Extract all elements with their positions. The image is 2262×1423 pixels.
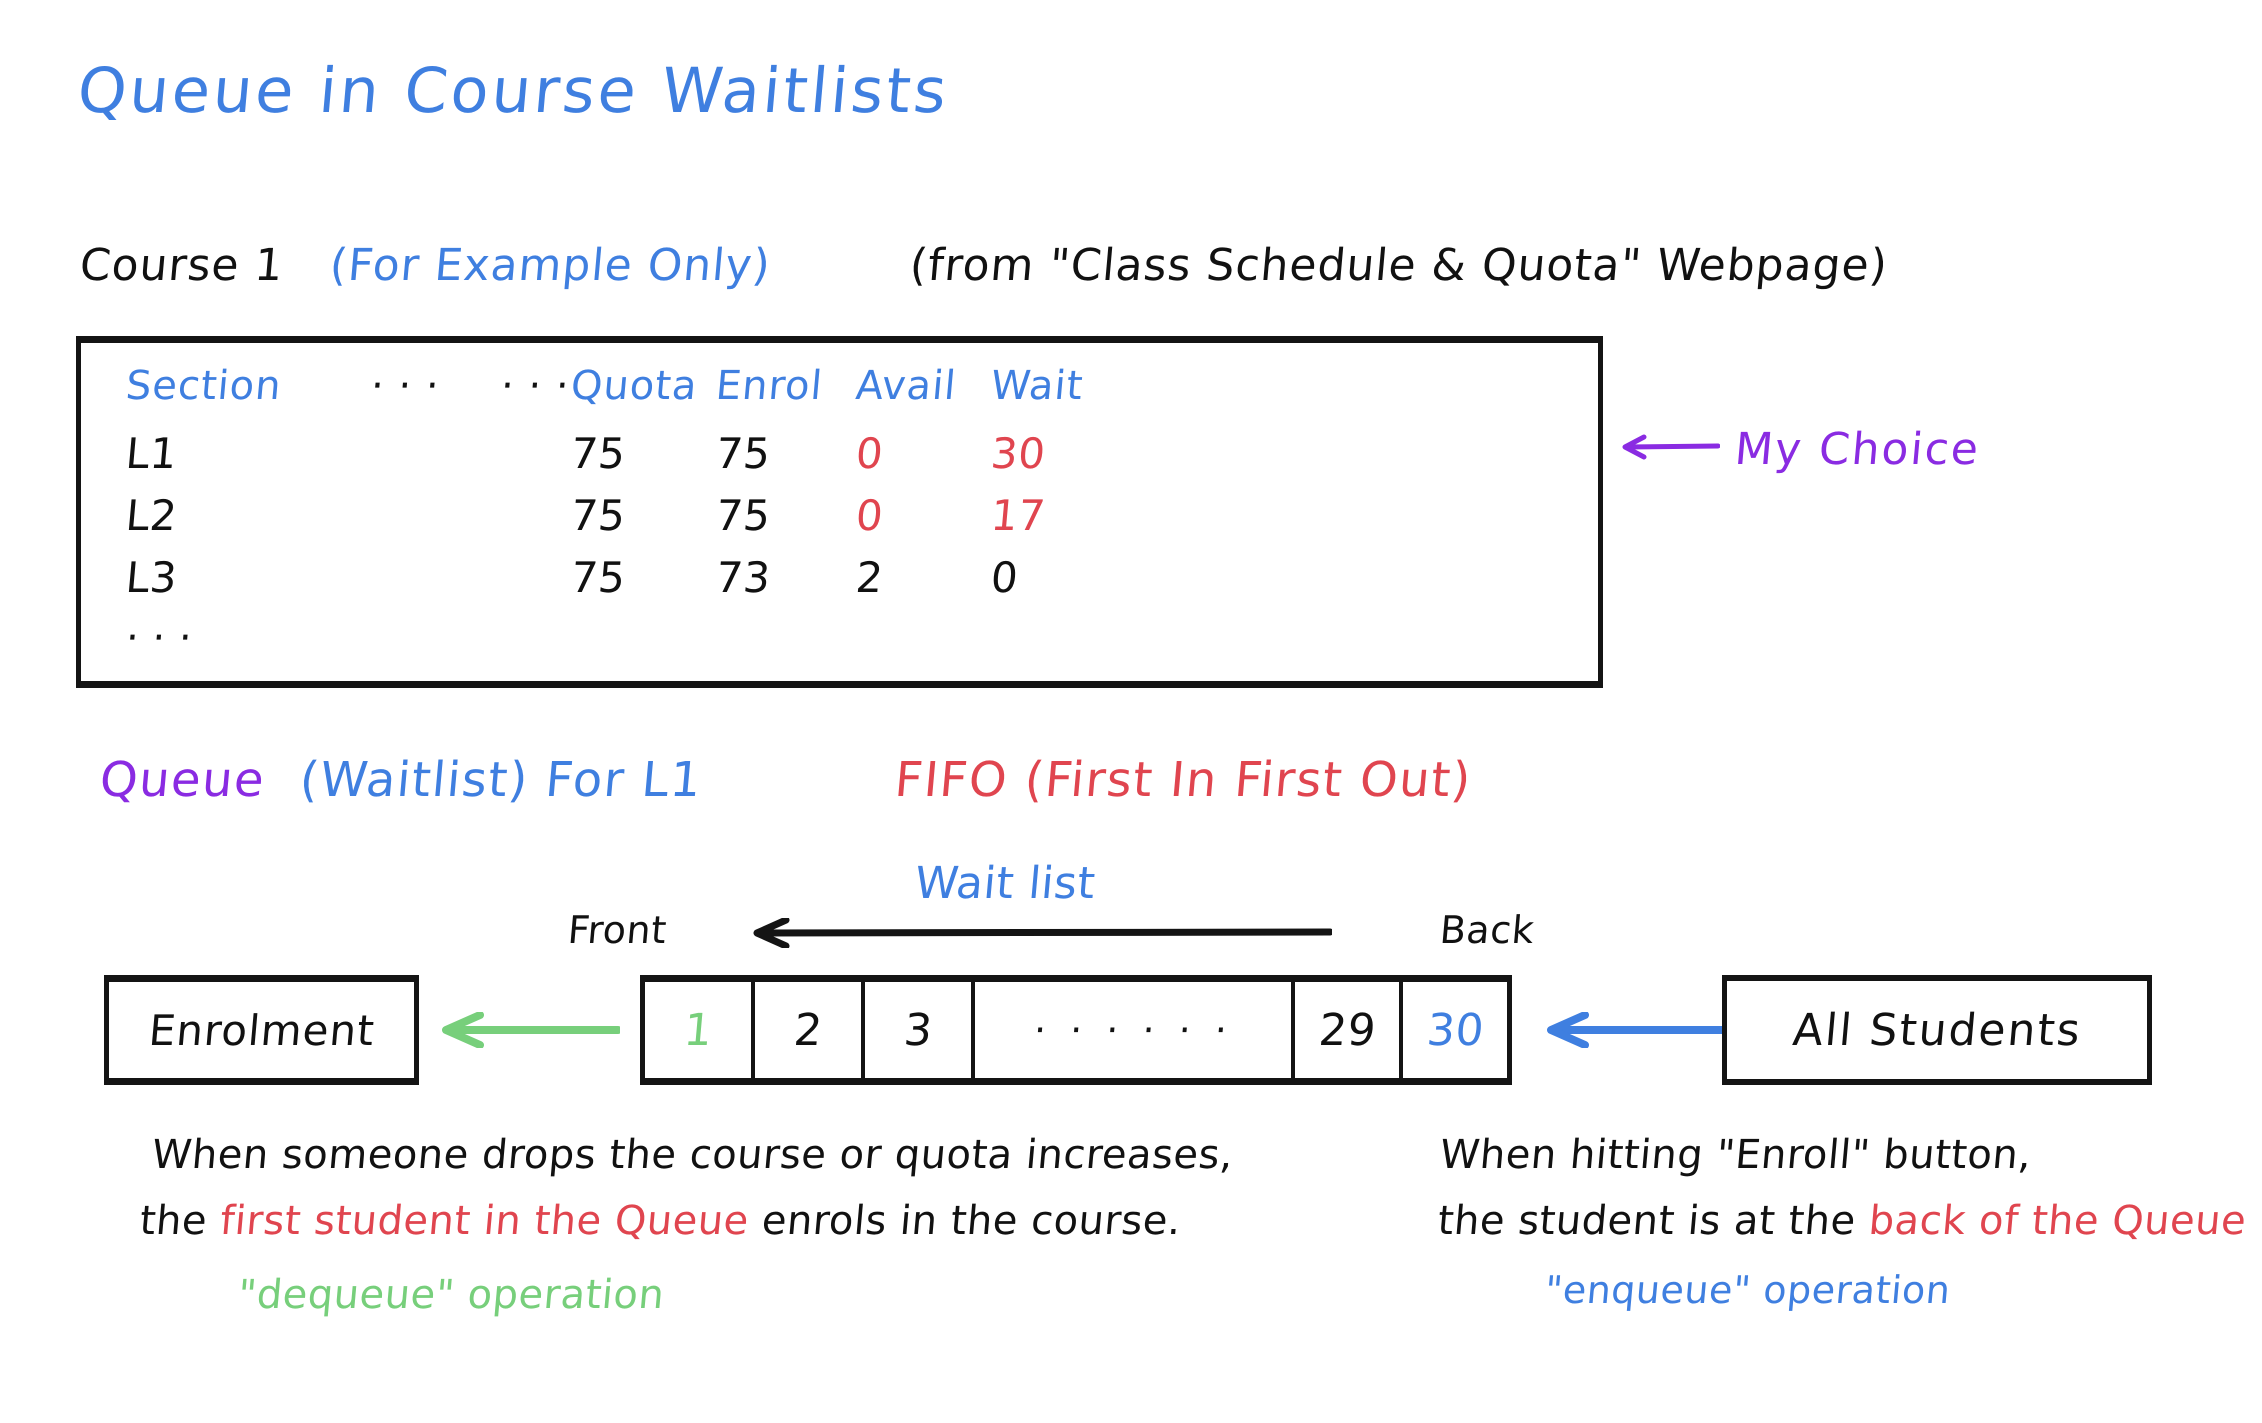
page-title: Queue in Course Waitlists: [74, 54, 953, 127]
table-header-ellipsis-2: · · ·: [498, 363, 572, 409]
dequeue-note-suffix: enrols in the course.: [746, 1198, 1184, 1244]
queue-cell: 1: [645, 982, 755, 1078]
queue-cell-value: 30: [1424, 1004, 1486, 1056]
queue-heading-waitlist: (Waitlist) For L1: [297, 752, 705, 808]
enqueue-note-line-1: When hitting "Enroll" button,: [1437, 1132, 2034, 1178]
queue-cell-value: 1: [681, 1004, 715, 1056]
my-choice-annotation: My Choice: [1732, 424, 1983, 475]
back-label: Back: [1438, 908, 1537, 952]
enqueue-note-line-2: the student is at the back of the Queue: [1436, 1198, 2248, 1244]
enqueue-operation-label: "enqueue" operation: [1543, 1268, 1953, 1312]
queue-cell-value: 29: [1316, 1004, 1378, 1056]
waitlist-label: Wait list: [912, 858, 1098, 909]
dequeue-note-line-1: When someone drops the course or quota i…: [149, 1132, 1236, 1178]
queue-cell-value: 2: [791, 1004, 825, 1056]
table-cell-avail: 2: [853, 553, 886, 602]
dequeue-arrow-icon: [442, 1012, 620, 1048]
table-header-avail: Avail: [853, 363, 959, 409]
table-cell-enrol: 73: [713, 553, 773, 602]
queue-cell-value: · · · · · ·: [1031, 1008, 1235, 1052]
example-only-note: (For Example Only): [327, 240, 773, 291]
queue-cell-ellipsis: · · · · · ·: [975, 982, 1295, 1078]
enqueue-note-highlight: back of the Queue: [1866, 1198, 2249, 1244]
table-header-enrol: Enrol: [713, 363, 825, 409]
table-cell-enrol: 75: [713, 429, 773, 478]
all-students-label: All Students: [1790, 1004, 2084, 1056]
front-label: Front: [566, 908, 669, 952]
queue-strip: 1 2 3 · · · · · · 29 30: [640, 975, 1512, 1085]
dequeue-note-prefix: the: [137, 1198, 223, 1244]
dequeue-note-line-2: the first student in the Queue enrols in…: [138, 1198, 1183, 1244]
enqueue-note-prefix: the student is at the: [1435, 1198, 1871, 1244]
queue-cell-value: 3: [901, 1004, 935, 1056]
table-header-quota: Quota: [568, 363, 700, 409]
table-cell-wait: 0: [988, 553, 1021, 602]
table-cell-quota: 75: [568, 491, 628, 540]
table-row: L2: [123, 491, 180, 540]
table-cell-quota: 75: [568, 429, 628, 478]
whiteboard-canvas: Queue in Course Waitlists Course 1 (For …: [0, 0, 2262, 1423]
table-cell-avail: 0: [853, 429, 886, 478]
table-header-wait: Wait: [988, 363, 1086, 409]
table-trailing-ellipsis: · · ·: [123, 615, 195, 661]
table-header-section: Section: [123, 363, 284, 409]
queue-cell: 2: [755, 982, 865, 1078]
table-cell-wait: 17: [988, 491, 1048, 540]
queue-heading-fifo: FIFO (First In First Out): [892, 752, 1475, 808]
table-cell-quota: 75: [568, 553, 628, 602]
all-students-box: All Students: [1722, 975, 2152, 1085]
waitlist-direction-arrow-icon: [753, 918, 1332, 948]
table-row: L1: [123, 429, 180, 478]
dequeue-operation-label: "dequeue" operation: [235, 1272, 667, 1318]
class-schedule-table: Section · · · · · · Quota Enrol Avail Wa…: [76, 336, 1603, 688]
enqueue-arrow-icon: [1547, 1012, 1725, 1048]
table-row: L3: [123, 553, 180, 602]
course-label: Course 1: [77, 240, 286, 291]
source-note: (from "Class Schedule & Quota" Webpage): [907, 240, 1891, 291]
enrolment-label: Enrolment: [146, 1005, 377, 1055]
queue-heading-queue: Queue: [97, 752, 268, 808]
queue-cell: 3: [865, 982, 975, 1078]
dequeue-note-highlight: first student in the Queue: [218, 1198, 751, 1244]
table-cell-wait: 30: [988, 429, 1048, 478]
left-arrow-icon: [1622, 434, 1720, 460]
enrolment-box: Enrolment: [104, 975, 419, 1085]
queue-cell: 30: [1403, 982, 1507, 1078]
queue-cell: 29: [1295, 982, 1403, 1078]
table-cell-avail: 0: [853, 491, 886, 540]
table-header-ellipsis-1: · · ·: [368, 363, 442, 409]
table-cell-enrol: 75: [713, 491, 773, 540]
